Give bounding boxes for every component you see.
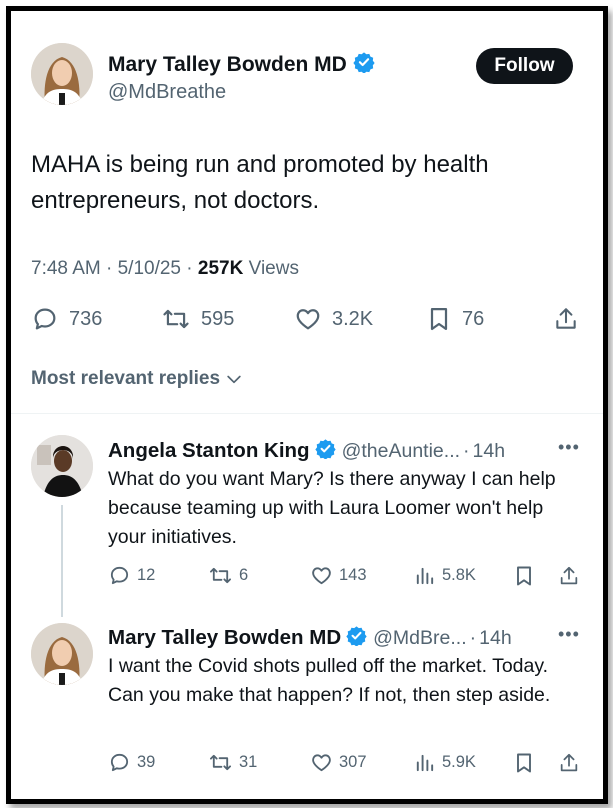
repost-button[interactable]: 595 <box>161 305 234 333</box>
reply-author-name[interactable]: Angela Stanton King <box>108 439 310 463</box>
reply-button[interactable]: 12 <box>108 564 155 587</box>
author-name[interactable]: Mary Talley Bowden MD <box>108 53 347 77</box>
chevron-down-icon <box>227 375 241 384</box>
more-icon[interactable]: ••• <box>558 437 580 458</box>
bookmark-icon <box>517 753 531 773</box>
bookmark-count: 76 <box>462 307 485 330</box>
like-count: 307 <box>339 753 367 771</box>
repost-count: 31 <box>239 753 258 771</box>
reply-age[interactable]: 14h <box>473 440 506 463</box>
reply-button[interactable]: 736 <box>31 305 102 333</box>
share-button[interactable] <box>558 751 580 775</box>
reply-author-handle[interactable]: @MdBre... <box>373 627 466 650</box>
bookmark-button[interactable] <box>513 751 535 775</box>
share-icon <box>560 753 578 772</box>
share-icon <box>556 308 576 329</box>
like-count: 3.2K <box>332 307 374 330</box>
views-icon <box>416 754 434 772</box>
bookmark-icon <box>517 566 531 586</box>
reply-count: 12 <box>137 566 156 584</box>
bookmark-button[interactable]: 76 <box>426 305 484 333</box>
views-count: 5.8K <box>442 566 476 584</box>
reply-icon <box>110 566 129 585</box>
like-button[interactable]: 3.2K <box>294 305 373 333</box>
post-text: MAHA is being run and promoted by health… <box>31 151 489 214</box>
repost-icon <box>210 754 231 771</box>
views-icon <box>416 567 434 585</box>
verified-badge-icon <box>353 51 375 78</box>
reply-icon <box>110 753 129 772</box>
bookmark-button[interactable] <box>513 564 535 588</box>
views-button[interactable]: 5.8K <box>413 564 476 587</box>
reply-text: I want the Covid shots pulled off the ma… <box>108 655 551 706</box>
thread-connector <box>61 505 63 617</box>
repost-count: 6 <box>239 566 249 584</box>
like-button[interactable]: 143 <box>310 564 367 587</box>
share-button[interactable] <box>558 564 580 588</box>
reply-count: 39 <box>137 753 156 771</box>
reply-button[interactable]: 39 <box>108 751 155 774</box>
bookmark-icon <box>430 307 448 331</box>
verified-badge-icon <box>314 438 336 464</box>
follow-button[interactable]: Follow <box>476 48 573 84</box>
reply-author-handle[interactable]: @theAuntie... <box>342 440 460 463</box>
views-count: 5.9K <box>442 753 476 771</box>
verified-badge-icon <box>346 625 367 651</box>
post-meta: 7:48 AM · 5/10/25 · 257K Views <box>31 258 299 280</box>
replies-sort-label: Most relevant replies <box>31 368 221 389</box>
views-button[interactable]: 5.9K <box>413 751 476 774</box>
views-count: 257K <box>197 258 244 279</box>
reply-icon <box>34 308 56 330</box>
reply-author-name[interactable]: Mary Talley Bowden MD <box>108 626 341 650</box>
meta-separator: · <box>186 258 198 279</box>
like-icon <box>296 309 320 330</box>
section-divider <box>11 413 603 414</box>
repost-button[interactable]: 31 <box>208 751 257 774</box>
meta-separator: · <box>463 439 470 462</box>
more-icon[interactable]: ••• <box>558 624 580 645</box>
like-count: 143 <box>339 566 367 584</box>
repost-count: 595 <box>201 307 235 330</box>
post-date[interactable]: 5/10/25 <box>118 258 181 279</box>
post-time[interactable]: 7:48 AM <box>31 258 101 279</box>
reply-text: What do you want Mary? Is there anyway I… <box>108 468 556 548</box>
screenshot-frame: Mary Talley Bowden MD @MdBreathe Follow … <box>6 6 608 804</box>
meta-separator: · <box>106 258 118 279</box>
like-icon <box>312 754 331 772</box>
repost-icon <box>163 309 189 329</box>
repost-icon <box>210 567 231 584</box>
reply-avatar[interactable] <box>31 623 93 685</box>
reply-count: 736 <box>69 307 103 330</box>
share-icon <box>560 566 578 585</box>
meta-separator: · <box>469 626 477 649</box>
views-label: Views <box>248 258 299 279</box>
reply-avatar[interactable] <box>31 435 93 497</box>
replies-sort-dropdown[interactable]: Most relevant replies <box>31 368 244 390</box>
like-icon <box>312 567 331 585</box>
like-button[interactable]: 307 <box>310 751 367 774</box>
author-avatar[interactable] <box>31 43 93 105</box>
reply-age[interactable]: 14h <box>479 627 512 650</box>
repost-button[interactable]: 6 <box>208 564 248 587</box>
author-handle[interactable]: @MdBreathe <box>108 81 226 104</box>
share-button[interactable] <box>553 305 579 333</box>
